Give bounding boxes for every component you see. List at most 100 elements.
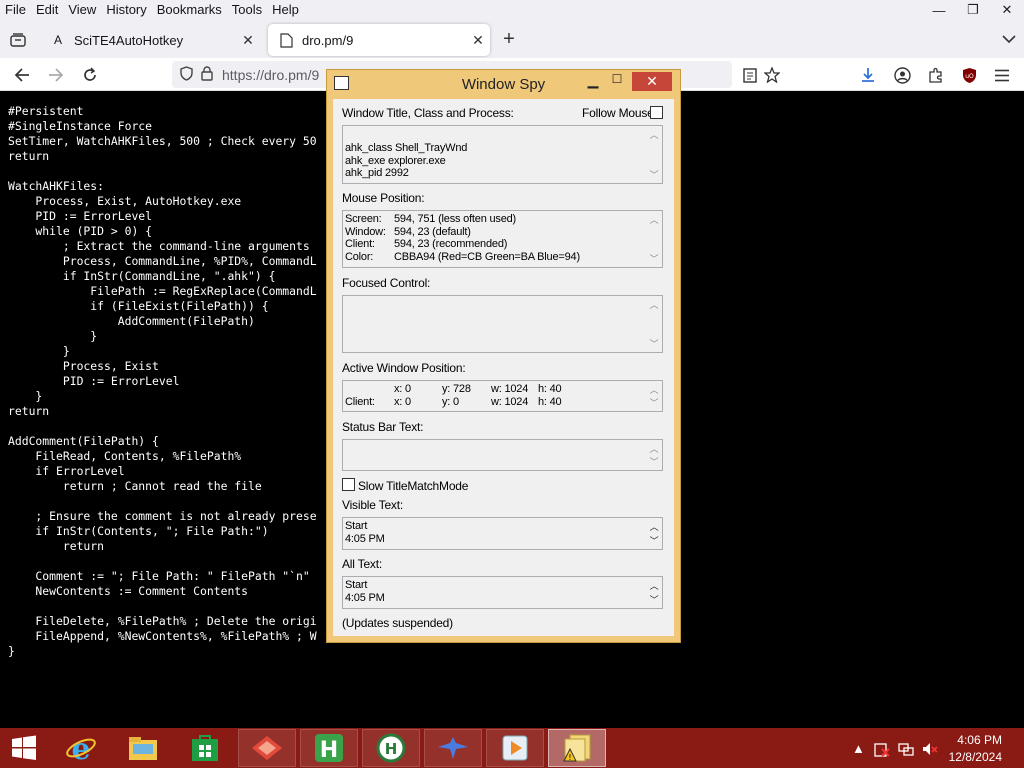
tab-bar: A SciTE4AutoHotkey ✕ dro.pm/9 ✕ +	[0, 20, 1024, 58]
scroll-down-icon[interactable]: ﹀	[647, 456, 661, 469]
scroll-up-icon[interactable]: ︿	[647, 129, 661, 142]
code-line: PID := ErrorLevel	[8, 374, 180, 388]
all-text-box[interactable]: Start 4:05 PM ︿ ﹀	[342, 576, 663, 609]
mouse-value: 594, 23 (default)	[394, 225, 471, 238]
app-red-icon[interactable]	[238, 729, 296, 767]
scroll-down-icon[interactable]: ﹀	[647, 253, 661, 266]
clock-time[interactable]: 4:06 PM	[957, 733, 1002, 747]
status-bar-text-box[interactable]: ︿ ﹀	[342, 439, 663, 471]
new-tab-button[interactable]: +	[498, 29, 520, 51]
reload-icon[interactable]	[78, 63, 102, 87]
minimize-button[interactable]: —	[922, 0, 956, 20]
mouse-position-box[interactable]: Screen: 594, 751 (less often used) Window…	[342, 210, 663, 268]
status-bar-text-label: Status Bar Text:	[342, 420, 424, 434]
scroll-down-icon[interactable]: ﹀	[647, 397, 661, 410]
forward-arrow-icon[interactable]	[44, 63, 68, 87]
account-icon[interactable]	[890, 63, 914, 87]
scrollbar[interactable]: ︿ ﹀	[647, 382, 661, 410]
scroll-up-icon[interactable]: ︿	[647, 384, 661, 397]
code-line: return ; Cannot read the file	[8, 479, 262, 493]
scroll-up-icon[interactable]: ︿	[647, 521, 661, 534]
file-explorer-icon[interactable]	[114, 729, 172, 767]
slow-titlematchmode-label[interactable]: Slow TitleMatchMode	[358, 479, 468, 493]
scrollbar[interactable]: ︿ ﹀	[647, 127, 661, 182]
follow-mouse-checkbox[interactable]	[650, 106, 663, 119]
scrollbar[interactable]: ︿ ﹀	[647, 441, 661, 469]
store-icon[interactable]	[176, 729, 234, 767]
tab-dro-pm[interactable]: dro.pm/9 ✕	[268, 24, 490, 56]
app-h-icon[interactable]: H	[300, 729, 358, 767]
hamburger-menu-icon[interactable]	[990, 63, 1014, 87]
mouse-key: Screen:	[345, 213, 382, 225]
mouse-key: Window:	[345, 225, 386, 238]
bookmark-star-icon[interactable]	[760, 63, 784, 87]
active-window-position-box[interactable]: x: 0 y: 728 w: 1024 h: 40 Client: x: 0 y: 0 w:…	[342, 380, 663, 412]
network-icon[interactable]	[898, 741, 914, 760]
spy-minimize-button[interactable]: ▁	[582, 72, 604, 92]
scrollbar[interactable]: ︿ ﹀	[647, 297, 661, 351]
active-y: y: 0	[442, 395, 459, 408]
tab-scite4autohotkey[interactable]: A SciTE4AutoHotkey ✕	[40, 24, 260, 56]
chevron-down-icon[interactable]	[1002, 31, 1016, 47]
scrollbar[interactable]: ︿ ﹀	[647, 578, 661, 607]
focused-control-box[interactable]: ︿ ﹀	[342, 295, 663, 353]
scroll-up-icon[interactable]: ︿	[647, 299, 661, 312]
slow-titlematchmode-checkbox[interactable]	[342, 478, 355, 491]
menu-help[interactable]: Help	[267, 0, 304, 20]
reader-view-icon[interactable]	[738, 63, 762, 87]
close-tab-icon[interactable]: ✕	[466, 32, 490, 49]
scroll-down-icon[interactable]: ﹀	[647, 594, 661, 607]
restore-button[interactable]: ❐	[956, 0, 990, 20]
close-window-button[interactable]: ✕	[990, 0, 1024, 20]
scroll-up-icon[interactable]: ︿	[647, 443, 661, 456]
scroll-up-icon[interactable]: ︿	[647, 214, 661, 227]
title-line: ahk_class Shell_TrayWnd	[345, 142, 468, 154]
internet-explorer-icon[interactable]: e	[52, 729, 110, 767]
ublock-origin-icon[interactable]: uO	[957, 63, 981, 87]
url-text[interactable]: https://dro.pm/9	[222, 67, 319, 83]
window-spy-task-icon[interactable]: !	[548, 729, 606, 767]
visible-text-line: 4:05 PM	[345, 532, 385, 545]
scroll-down-icon[interactable]: ﹀	[647, 535, 661, 548]
action-center-icon[interactable]	[874, 741, 890, 760]
scroll-down-icon[interactable]: ﹀	[647, 338, 661, 351]
list-all-tabs-icon[interactable]	[6, 29, 30, 51]
back-arrow-icon[interactable]	[10, 63, 34, 87]
scroll-up-icon[interactable]: ︿	[647, 580, 661, 593]
code-block: #Persistent #SingleInstance Force SetTimer…	[8, 104, 317, 659]
app-bird-icon[interactable]	[424, 729, 482, 767]
spy-close-button[interactable]: ✕	[632, 72, 672, 91]
window-spy-title-bar[interactable]: Window Spy ▁ ☐ ✕	[327, 70, 680, 98]
all-text-label: All Text:	[342, 557, 382, 571]
menu-history[interactable]: History	[101, 0, 151, 20]
close-tab-icon[interactable]: ✕	[236, 32, 260, 49]
menu-view[interactable]: View	[63, 0, 101, 20]
start-button[interactable]	[0, 729, 48, 767]
volume-muted-icon[interactable]	[922, 741, 938, 760]
title-class-process-box[interactable]: ahk_class Shell_TrayWnd ahk_exe explorer…	[342, 125, 663, 184]
code-line: Process, Exist	[8, 359, 159, 373]
visible-text-box[interactable]: Start 4:05 PM ︿ ﹀	[342, 517, 663, 550]
shield-icon[interactable]	[180, 66, 193, 84]
spy-maximize-button[interactable]: ☐	[606, 72, 628, 92]
code-line: PID := ErrorLevel	[8, 209, 153, 223]
follow-mouse-label[interactable]: Follow Mouse	[582, 106, 654, 120]
show-hidden-icons-icon[interactable]: ▲	[852, 741, 865, 756]
menu-file[interactable]: File	[0, 0, 31, 20]
menu-bookmarks[interactable]: Bookmarks	[152, 0, 227, 20]
taskbar: e H H ! ▲ 4:06 PM 12/8/2024	[0, 728, 1024, 768]
menu-edit[interactable]: Edit	[31, 0, 63, 20]
download-icon[interactable]	[856, 63, 880, 87]
scrollbar[interactable]: ︿ ﹀	[647, 212, 661, 266]
clock-date[interactable]: 12/8/2024	[949, 750, 1002, 764]
code-line: }	[8, 329, 98, 343]
scroll-down-icon[interactable]: ﹀	[647, 169, 661, 182]
code-line: #Persistent	[8, 104, 84, 118]
menu-tools[interactable]: Tools	[227, 0, 267, 20]
scrollbar[interactable]: ︿ ﹀	[647, 519, 661, 548]
app-globe-icon[interactable]: H	[362, 729, 420, 767]
media-player-icon[interactable]	[486, 729, 544, 767]
lock-icon[interactable]	[201, 66, 213, 84]
extensions-icon[interactable]	[924, 63, 948, 87]
visible-text-label: Visible Text:	[342, 498, 403, 512]
